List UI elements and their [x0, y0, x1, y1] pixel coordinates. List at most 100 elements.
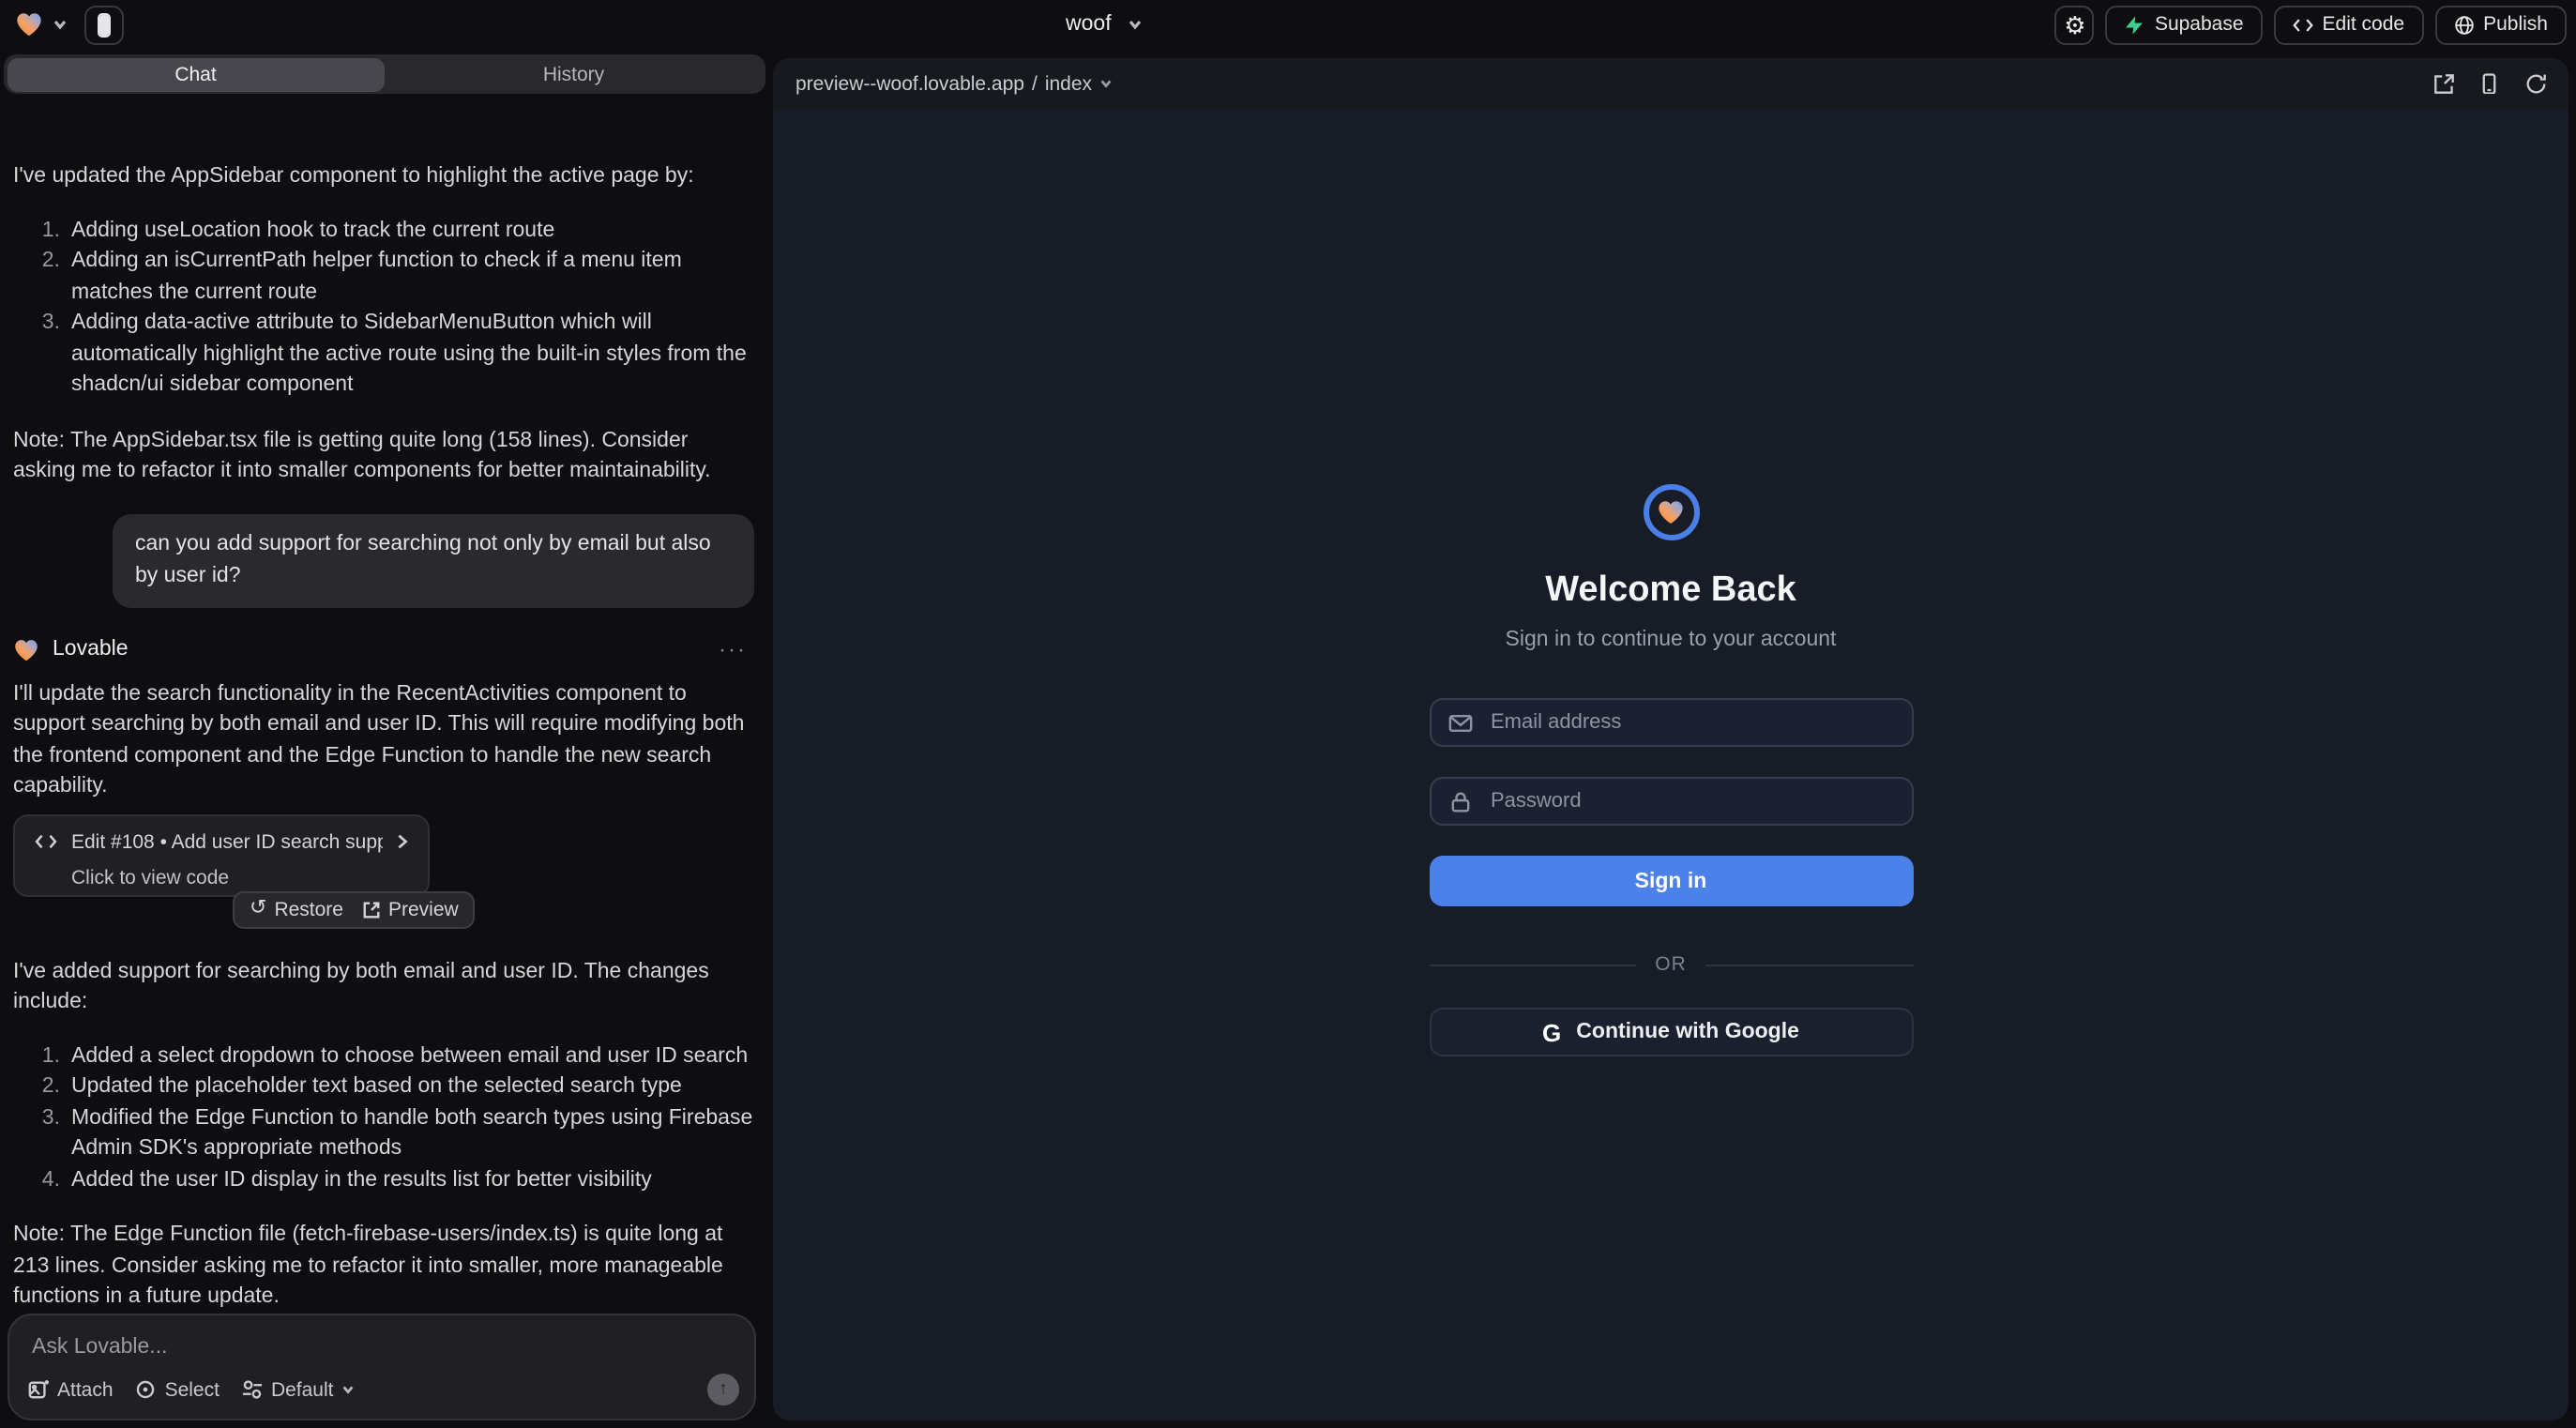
chat-message-list[interactable]: I've updated the AppSidebar component to…	[0, 143, 769, 1312]
edit-card-wrapper: Edit #108 • Add user ID search supp... C…	[13, 813, 754, 922]
list-item: Updated the placeholder text based on th…	[30, 1071, 754, 1102]
chevron-down-icon	[342, 1383, 356, 1396]
mode-dropdown[interactable]: Default	[242, 1378, 356, 1401]
project-switcher[interactable]: woof	[1066, 0, 1144, 49]
edit-card-header: Edit #108 • Add user ID search supp...	[34, 827, 409, 858]
assistant-note: Note: The AppSidebar.tsx file is getting…	[13, 425, 754, 487]
edit-card[interactable]: Edit #108 • Add user ID search supp... C…	[13, 813, 430, 896]
supabase-icon	[2125, 14, 2145, 35]
password-input[interactable]	[1487, 788, 1894, 814]
supabase-label: Supabase	[2155, 13, 2244, 36]
lock-icon	[1447, 789, 1472, 813]
open-in-new-tab-icon[interactable]	[2432, 73, 2454, 95]
preview-button[interactable]: Preview	[362, 898, 459, 920]
chevron-down-icon	[1129, 17, 1144, 32]
list-item: Adding useLocation hook to track the cur…	[30, 215, 754, 246]
preview-url-host: preview--woof.lovable.app	[796, 72, 1024, 95]
edit-card-subtitle: Click to view code	[34, 863, 409, 894]
attach-image-icon	[28, 1379, 49, 1400]
lovable-logo-menu[interactable]	[15, 11, 68, 38]
continue-with-google-button[interactable]: G Continue with Google	[1429, 1008, 1913, 1056]
mode-label: Default	[271, 1378, 334, 1401]
assistant-note: Note: The Edge Function file (fetch-fire…	[13, 1220, 754, 1312]
assistant-numbered-list: Added a select dropdown to choose betwee…	[13, 1041, 754, 1195]
chat-sidebar: Chat History I've updated the AppSidebar…	[0, 49, 769, 1428]
assistant-paragraph: I've updated the AppSidebar component to…	[13, 161, 754, 192]
sliders-icon	[242, 1379, 263, 1400]
signin-form: Sign in OR G Continue with Google	[1429, 698, 1913, 1056]
code-icon	[2293, 14, 2313, 35]
list-item: Modified the Edge Function to handle bot…	[30, 1102, 754, 1164]
password-field[interactable]	[1429, 777, 1913, 826]
list-item: Adding data-active attribute to SidebarM…	[30, 308, 754, 401]
preview-actions	[2432, 73, 2546, 95]
globe-icon	[2453, 14, 2474, 35]
sidebar-tabs: Chat History	[4, 54, 765, 94]
supabase-button[interactable]: Supabase	[2106, 5, 2263, 44]
user-message-bubble: can you add support for searching not on…	[113, 513, 754, 607]
divider-line	[1705, 964, 1913, 965]
assistant-numbered-list: Adding useLocation hook to track the cur…	[13, 215, 754, 401]
tab-history[interactable]: History	[385, 57, 763, 91]
edit-code-label: Edit code	[2323, 13, 2405, 36]
top-bar: woof ⚙ Supabase Edit code Publish	[0, 0, 2576, 49]
restore-label: Restore	[274, 898, 343, 920]
heart-icon	[1657, 499, 1685, 525]
chat-composer[interactable]: Ask Lovable... Attach Select Default ↑	[8, 1314, 756, 1420]
app-window: woof ⚙ Supabase Edit code Publish Chat	[0, 0, 2576, 1428]
lovable-heart-icon	[13, 638, 39, 662]
attach-label: Attach	[57, 1378, 114, 1401]
message-menu-icon[interactable]: ···	[719, 635, 747, 666]
lovable-heart-icon	[15, 11, 43, 38]
restore-button[interactable]: ↺ Restore	[250, 898, 343, 920]
external-link-icon	[362, 900, 381, 919]
preview-panel: preview--woof.lovable.app / index Welcom…	[773, 58, 2568, 1420]
select-label: Select	[165, 1378, 220, 1401]
divider-label: OR	[1655, 953, 1687, 976]
edit-code-button[interactable]: Edit code	[2274, 5, 2424, 44]
composer-toolbar: Attach Select Default ↑	[28, 1374, 739, 1405]
google-icon: G	[1542, 1020, 1561, 1044]
assistant-paragraph: I'll update the search functionality in …	[13, 678, 754, 802]
chevron-down-icon	[1099, 77, 1113, 90]
user-message-text: can you add support for searching not on…	[135, 533, 711, 586]
preview-app-content: Welcome Back Sign in to continue to your…	[773, 109, 2568, 1420]
envelope-icon	[1447, 710, 1472, 735]
preview-url-separator: /	[1032, 72, 1038, 95]
list-item: Added a select dropdown to choose betwee…	[30, 1041, 754, 1071]
app-logo-badge	[1643, 484, 1699, 540]
email-input[interactable]	[1487, 709, 1894, 736]
edit-card-actions: ↺ Restore Preview	[233, 890, 476, 928]
page-subtitle: Sign in to continue to your account	[1506, 627, 1837, 653]
preview-header: preview--woof.lovable.app / index	[773, 58, 2568, 109]
tab-chat[interactable]: Chat	[7, 57, 385, 91]
select-button[interactable]: Select	[136, 1378, 220, 1401]
composer-input[interactable]: Ask Lovable...	[32, 1336, 732, 1359]
restore-icon: ↺	[250, 899, 266, 919]
refresh-icon[interactable]	[2524, 73, 2546, 95]
edit-card-title: Edit #108 • Add user ID search supp...	[71, 827, 383, 858]
select-target-icon	[136, 1379, 157, 1400]
or-divider: OR	[1429, 953, 1913, 976]
sign-in-button[interactable]: Sign in	[1429, 856, 1913, 906]
settings-button[interactable]: ⚙	[2055, 5, 2095, 44]
email-field[interactable]	[1429, 698, 1913, 747]
chevron-down-icon	[53, 17, 68, 32]
arrow-up-icon: ↑	[719, 1380, 728, 1399]
assistant-name: Lovable	[53, 635, 129, 666]
divider-line	[1429, 964, 1636, 965]
preview-url-page: index	[1045, 72, 1092, 95]
send-button[interactable]: ↑	[707, 1374, 739, 1405]
mobile-view-icon[interactable]	[2478, 73, 2500, 95]
list-item: Added the user ID display in the results…	[30, 1164, 754, 1195]
gear-icon: ⚙	[2064, 12, 2085, 37]
code-icon	[34, 834, 58, 851]
publish-label: Publish	[2483, 13, 2548, 36]
project-name: woof	[1066, 13, 1112, 36]
attach-button[interactable]: Attach	[28, 1378, 114, 1401]
publish-button[interactable]: Publish	[2434, 5, 2567, 44]
preview-url-selector[interactable]: preview--woof.lovable.app / index	[796, 72, 1113, 95]
toggle-sidebar-button[interactable]	[84, 5, 124, 44]
assistant-message-header: Lovable ···	[13, 633, 754, 667]
sidebar-panel-icon	[98, 12, 111, 37]
